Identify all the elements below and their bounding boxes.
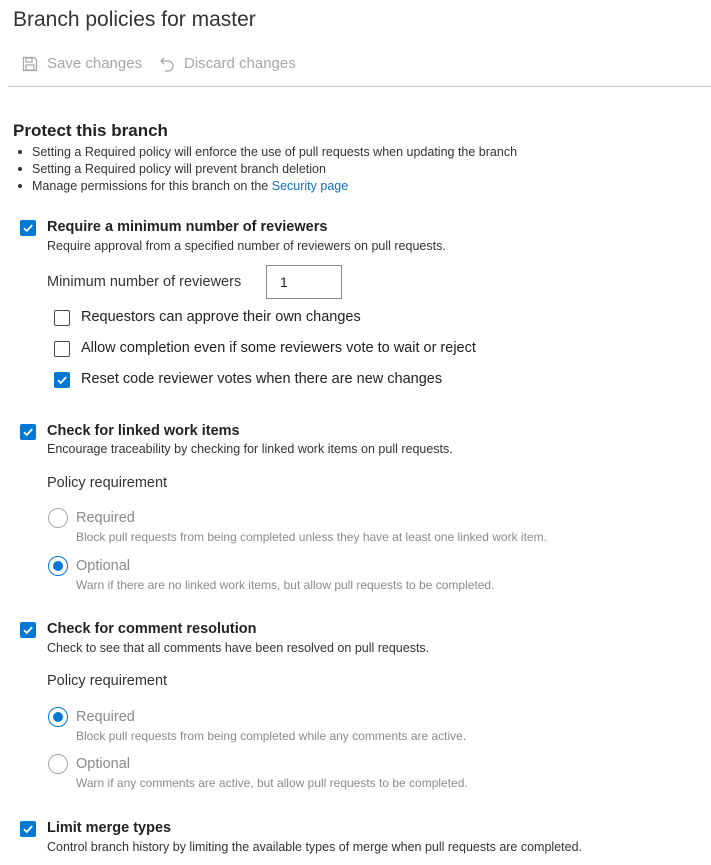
- linked-work-items-requirement-label: Policy requirement: [47, 475, 168, 491]
- comment-optional-desc: Warn if any comments are active, but all…: [76, 776, 468, 790]
- checkmark-icon: [23, 428, 33, 437]
- min-reviewers-checkbox[interactable]: [20, 220, 36, 236]
- comment-resolution-description: Check to see that all comments have been…: [47, 641, 430, 655]
- comment-optional-label: Optional: [76, 756, 131, 772]
- requestors-approve-checkbox[interactable]: [54, 310, 70, 326]
- min-reviewers-count-label: Minimum number of reviewers: [47, 274, 242, 290]
- comment-resolution-title: Check for comment resolution: [47, 621, 257, 637]
- comment-required-desc: Block pull requests from being completed…: [76, 729, 467, 743]
- discard-changes-label: Discard changes: [184, 55, 296, 72]
- checkmark-icon: [23, 626, 33, 635]
- checkmark-icon: [23, 224, 33, 233]
- radio-selected-dot: [53, 561, 63, 571]
- discard-changes-button[interactable]: Discard changes: [159, 55, 296, 72]
- page-title: Branch policies for master: [13, 8, 256, 31]
- linked-optional-label: Optional: [76, 558, 131, 574]
- checkmark-icon: [57, 376, 67, 385]
- min-reviewers-count-input[interactable]: 1: [266, 265, 342, 299]
- linked-work-items-description: Encourage traceability by checking for l…: [47, 442, 453, 456]
- comment-optional-radio[interactable]: [48, 754, 68, 774]
- bullet-item: Setting a Required policy will prevent b…: [13, 160, 517, 177]
- min-reviewers-description: Require approval from a specified number…: [47, 239, 446, 253]
- reset-votes-checkbox[interactable]: [54, 372, 70, 388]
- merge-types-description: Control branch history by limiting the a…: [47, 840, 582, 854]
- save-changes-button[interactable]: Save changes: [22, 55, 142, 72]
- radio-selected-dot: [53, 712, 63, 722]
- requestors-approve-label: Requestors can approve their own changes: [81, 309, 361, 325]
- reset-votes-label: Reset code reviewer votes when there are…: [81, 371, 443, 387]
- linked-required-radio[interactable]: [48, 508, 68, 528]
- merge-types-title: Limit merge types: [47, 820, 172, 836]
- comment-resolution-checkbox[interactable]: [20, 622, 36, 638]
- linked-required-desc: Block pull requests from being completed…: [76, 530, 547, 544]
- comment-resolution-requirement-label: Policy requirement: [47, 673, 168, 689]
- min-reviewers-title: Require a minimum number of reviewers: [47, 219, 328, 235]
- comment-required-label: Required: [76, 709, 135, 725]
- allow-completion-checkbox[interactable]: [54, 341, 70, 357]
- linked-optional-radio[interactable]: [48, 556, 68, 576]
- linked-required-label: Required: [76, 510, 135, 526]
- bullet-item: Manage permissions for this branch on th…: [13, 177, 517, 194]
- save-icon: [22, 56, 38, 71]
- linked-work-items-checkbox[interactable]: [20, 424, 36, 440]
- checkmark-icon: [23, 825, 33, 834]
- save-changes-label: Save changes: [47, 55, 143, 72]
- bullet-item: Setting a Required policy will enforce t…: [13, 143, 517, 160]
- merge-types-checkbox[interactable]: [20, 821, 36, 837]
- protect-bullet-list: Setting a Required policy will enforce t…: [13, 143, 517, 194]
- linked-work-items-title: Check for linked work items: [47, 423, 240, 439]
- security-page-link[interactable]: Security page: [272, 179, 348, 193]
- comment-required-radio[interactable]: [48, 707, 68, 727]
- linked-optional-desc: Warn if there are no linked work items, …: [76, 578, 495, 592]
- toolbar-divider: [8, 86, 711, 87]
- undo-icon: [160, 57, 174, 72]
- allow-completion-label: Allow completion even if some reviewers …: [81, 340, 476, 356]
- section-title-protect: Protect this branch: [13, 121, 168, 140]
